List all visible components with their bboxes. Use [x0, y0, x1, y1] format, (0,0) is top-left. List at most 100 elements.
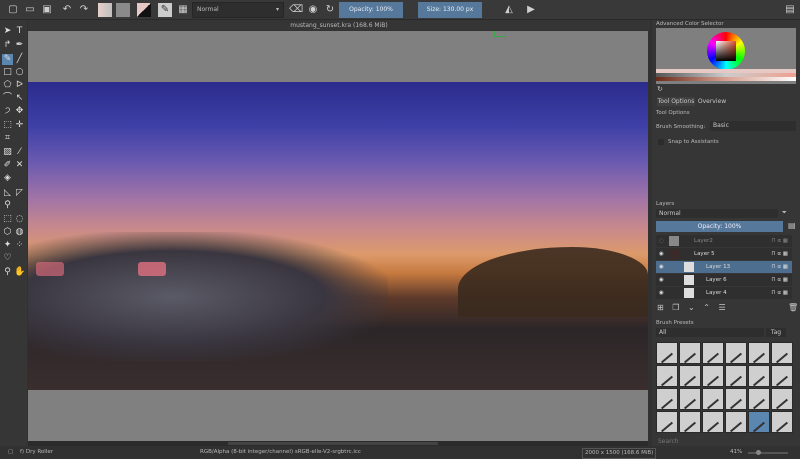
saturation-value-square[interactable] — [716, 41, 736, 61]
eye-icon[interactable]: ◉ — [659, 274, 664, 286]
layer-properties-icon[interactable]: ▤ — [788, 221, 796, 230]
preserve-alpha-icon[interactable]: ◉ — [306, 3, 320, 17]
multibrush-icon[interactable]: ✥ — [14, 106, 25, 117]
fill-tool-icon[interactable]: ◈ — [2, 173, 13, 184]
gradient-swatch[interactable] — [98, 3, 112, 17]
freehand-path-icon[interactable]: ↖ — [14, 93, 25, 104]
brush-preset[interactable] — [748, 388, 770, 410]
brush-preset[interactable] — [656, 388, 678, 410]
line-tool-icon[interactable]: ╱ — [14, 54, 25, 65]
brush-preset[interactable] — [656, 365, 678, 387]
snap-checkbox[interactable] — [658, 139, 664, 145]
crop-tool-icon[interactable]: ⌗ — [2, 133, 13, 144]
brush-preset[interactable] — [748, 365, 770, 387]
polygon-select-icon[interactable]: ⬡ — [2, 227, 13, 238]
redo-icon[interactable]: ↷ — [77, 3, 91, 17]
lock-alpha-icons[interactable]: ⊓ α ▦ — [771, 261, 788, 273]
layer-row[interactable]: ◉ Layer 5 ⊓ α ▦ — [656, 248, 792, 260]
measure-tool-icon[interactable]: ◺ — [2, 188, 13, 199]
freehand-brush-icon[interactable]: ✎ — [2, 54, 13, 65]
window-icon[interactable]: ▤ — [783, 3, 797, 17]
layer-menu-icon[interactable]: ☰ — [718, 303, 725, 312]
brush-preset[interactable] — [771, 342, 793, 364]
layer-opacity-slider[interactable]: Opacity: 100% — [656, 221, 783, 232]
tab-overview[interactable]: Overview — [697, 97, 727, 106]
similar-select-icon[interactable]: ⁘ — [14, 240, 25, 251]
pattern-swatch[interactable] — [116, 3, 130, 17]
save-icon[interactable]: ▣ — [40, 3, 54, 17]
tag-button[interactable]: Tag — [766, 328, 786, 337]
zoom-slider[interactable] — [748, 450, 788, 455]
preset-filter-select[interactable]: All — [656, 328, 764, 337]
brush-preset[interactable] — [771, 388, 793, 410]
brush-preset[interactable] — [679, 388, 701, 410]
eye-icon[interactable]: ◉ — [659, 248, 664, 260]
brush-preset[interactable] — [679, 365, 701, 387]
brush-preset[interactable] — [656, 411, 678, 433]
lock-alpha-icons[interactable]: ⊓ α ▦ — [771, 248, 788, 260]
layer-row[interactable]: ◉ Layer 4 ⊓ α ▦ — [656, 287, 792, 299]
hidden-eye-icon[interactable]: ◌ — [659, 235, 664, 247]
color-selector[interactable] — [656, 28, 796, 84]
text-tool-icon[interactable]: T — [14, 26, 25, 37]
brush-preset[interactable] — [725, 388, 747, 410]
ellipse-select-icon[interactable]: ◌ — [14, 214, 25, 225]
color-picker-icon[interactable]: ⁄ — [14, 147, 25, 158]
layer-row-selected[interactable]: ◉ Layer 13 ⊓ α ▦ — [656, 261, 792, 273]
dynamic-brush-icon[interactable]: ੭ — [2, 106, 13, 117]
contiguous-select-icon[interactable]: ✦ — [2, 240, 13, 251]
move-down-icon[interactable]: ⌄ — [688, 303, 695, 312]
brush-preset[interactable] — [771, 411, 793, 433]
reference-tool-icon[interactable]: ⚲ — [2, 200, 13, 211]
workspace-grid-icon[interactable]: ▦ — [176, 3, 190, 17]
layer-blend-mode-select[interactable]: Normal — [656, 209, 778, 218]
filter-icon[interactable]: ⏷ — [782, 209, 787, 217]
delete-layer-icon[interactable]: 🗑 — [788, 303, 798, 312]
brush-preset[interactable] — [702, 365, 724, 387]
fg-bg-color-icon[interactable] — [137, 3, 151, 17]
preset-search-input[interactable]: Search — [656, 438, 794, 446]
mirror-vertical-icon[interactable]: ▶ — [524, 3, 538, 17]
new-document-icon[interactable]: ▢ — [6, 3, 20, 17]
assistant-tool-icon[interactable]: ◸ — [14, 188, 25, 199]
edit-shapes-icon[interactable]: ↱ — [2, 40, 13, 51]
brush-preset[interactable] — [748, 342, 770, 364]
brush-preset[interactable] — [771, 365, 793, 387]
brush-preset[interactable] — [702, 342, 724, 364]
brush-smoothing-select[interactable]: Basic — [710, 121, 796, 131]
canvas[interactable] — [28, 31, 648, 441]
refresh-icon[interactable]: ↻ — [657, 85, 663, 93]
move-up-icon[interactable]: ⌃ — [703, 303, 710, 312]
brush-preset[interactable] — [679, 342, 701, 364]
bezier-tool-icon[interactable]: ⌒ — [2, 93, 13, 104]
transform-tool-icon[interactable]: ⬚ — [2, 120, 13, 131]
brush-preset[interactable] — [725, 411, 747, 433]
rect-select-icon[interactable]: ⬚ — [2, 214, 13, 225]
hue-ring[interactable] — [707, 32, 745, 70]
smart-patch-icon[interactable]: ✕ — [14, 160, 25, 171]
brush-preset[interactable] — [748, 411, 770, 433]
color-shade-row[interactable] — [656, 77, 796, 81]
freehand-select-icon[interactable]: ◍ — [14, 227, 25, 238]
add-layer-icon[interactable]: ⊞ — [657, 303, 664, 312]
zoom-tool-icon[interactable]: ⚲ — [2, 267, 13, 278]
size-slider[interactable]: Size: 130.00 px — [418, 2, 482, 18]
eye-icon[interactable]: ◉ — [659, 287, 664, 299]
opacity-slider[interactable]: Opacity: 100% — [339, 2, 403, 18]
brush-preset[interactable] — [725, 365, 747, 387]
brush-preset[interactable] — [702, 388, 724, 410]
lock-alpha-icons[interactable]: ⊓ α ▦ — [771, 235, 788, 247]
mirror-horizontal-icon[interactable]: ◭ — [502, 3, 516, 17]
reload-preset-icon[interactable]: ↻ — [323, 3, 337, 17]
polyline-tool-icon[interactable]: ᐅ — [14, 80, 25, 91]
undo-icon[interactable]: ↶ — [60, 3, 74, 17]
layer-row[interactable]: ◉ Layer 6 ⊓ α ▦ — [656, 274, 792, 286]
select-shapes-icon[interactable]: ➤ — [2, 26, 13, 37]
eraser-icon[interactable]: ⌫ — [289, 3, 303, 17]
rectangle-tool-icon[interactable]: □ — [2, 67, 13, 78]
lock-alpha-icons[interactable]: ⊓ α ▦ — [771, 287, 788, 299]
move-tool-icon[interactable]: ✛ — [14, 120, 25, 131]
open-icon[interactable]: ▭ — [23, 3, 37, 17]
duplicate-layer-icon[interactable]: ❐ — [672, 303, 679, 312]
calligraphy-icon[interactable]: ✒ — [14, 40, 25, 51]
